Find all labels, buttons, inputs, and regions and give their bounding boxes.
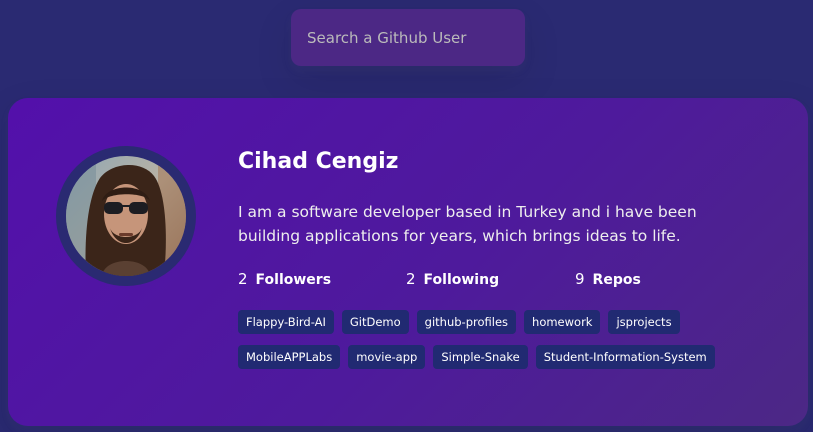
repo-link[interactable]: homework [524,310,601,334]
search-input[interactable] [291,9,525,66]
profile-card: Cihad Cengiz I am a software developer b… [8,98,808,426]
repo-link[interactable]: movie-app [348,345,426,369]
repo-link[interactable]: jsprojects [608,310,680,334]
repo-link[interactable]: Flappy-Bird-AI [238,310,334,334]
followers-count: 2 [238,270,248,288]
repo-link[interactable]: Simple-Snake [433,345,528,369]
avatar [56,146,196,286]
following-stat: 2 Following [406,268,575,291]
repo-link[interactable]: GitDemo [341,310,409,334]
user-name: Cihad Cengiz [238,149,399,174]
repos-stat: 9 Repos [575,268,641,291]
repo-link[interactable]: MobileAPPLabs [238,345,341,369]
following-count: 2 [406,270,416,288]
user-bio: I am a software developer based in Turke… [238,203,697,245]
repos-count: 9 [575,270,585,288]
repos-label: Repos [592,272,641,288]
user-stats: 2 Followers 2 Following 9 Repos [238,268,641,291]
followers-label: Followers [255,272,332,288]
followers-stat: 2 Followers [238,268,406,291]
repo-list: Flappy-Bird-AI GitDemo github-profiles h… [238,310,738,369]
repo-link[interactable]: Student-Information-System [535,345,715,369]
following-label: Following [423,272,500,288]
repo-link[interactable]: github-profiles [416,310,517,334]
user-avatar-photo-icon [66,156,186,276]
